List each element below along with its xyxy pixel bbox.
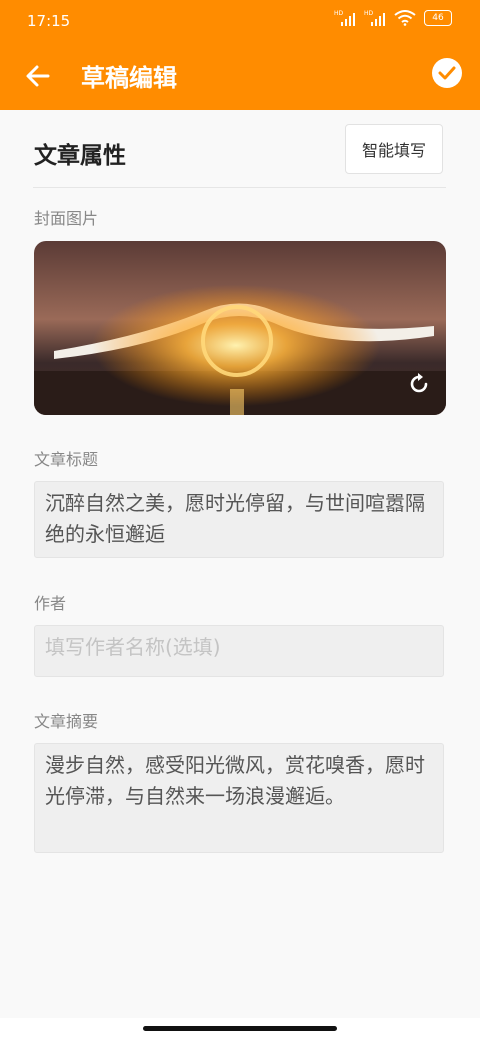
signal-icon-2: HD [364,10,386,26]
home-indicator[interactable] [143,1026,337,1031]
wifi-icon [394,10,416,26]
battery-level: 46 [432,13,444,23]
status-time: 17:15 [27,12,71,30]
section-title: 文章属性 [34,143,126,169]
form-content: 文章属性 智能填写 封面图片 文章标题 沉醉自然之美，愿时光停留，与世间喧嚣隔绝… [0,110,480,1018]
divider [33,187,446,188]
title-label: 文章标题 [34,450,99,469]
app-bar: 17:15 HD HD 46 草稿编辑 [0,0,480,110]
cover-photo [34,241,446,415]
cover-image[interactable] [34,241,446,415]
status-icons: HD HD 46 [334,10,452,26]
check-circle-icon[interactable] [432,58,462,88]
author-label: 作者 [34,594,67,613]
summary-input[interactable]: 漫步自然，感受阳光微风，赏花嗅香，愿时光停滞，与自然来一场浪漫邂逅。 [34,743,444,853]
refresh-icon[interactable] [406,371,432,397]
summary-label: 文章摘要 [34,712,99,731]
signal-icon: HD [334,10,356,26]
title-input[interactable]: 沉醉自然之美，愿时光停留，与世间喧嚣隔绝的永恒邂逅 [34,481,444,558]
back-arrow-icon[interactable] [24,62,52,90]
smart-fill-button[interactable]: 智能填写 [345,124,443,174]
toolbar: 草稿编辑 [0,44,480,110]
status-bar: 17:15 HD HD 46 [0,0,480,44]
page-title: 草稿编辑 [81,64,177,92]
battery-icon: 46 [424,10,452,26]
cover-label: 封面图片 [34,209,99,228]
author-input[interactable]: 填写作者名称(选填) [34,625,444,677]
